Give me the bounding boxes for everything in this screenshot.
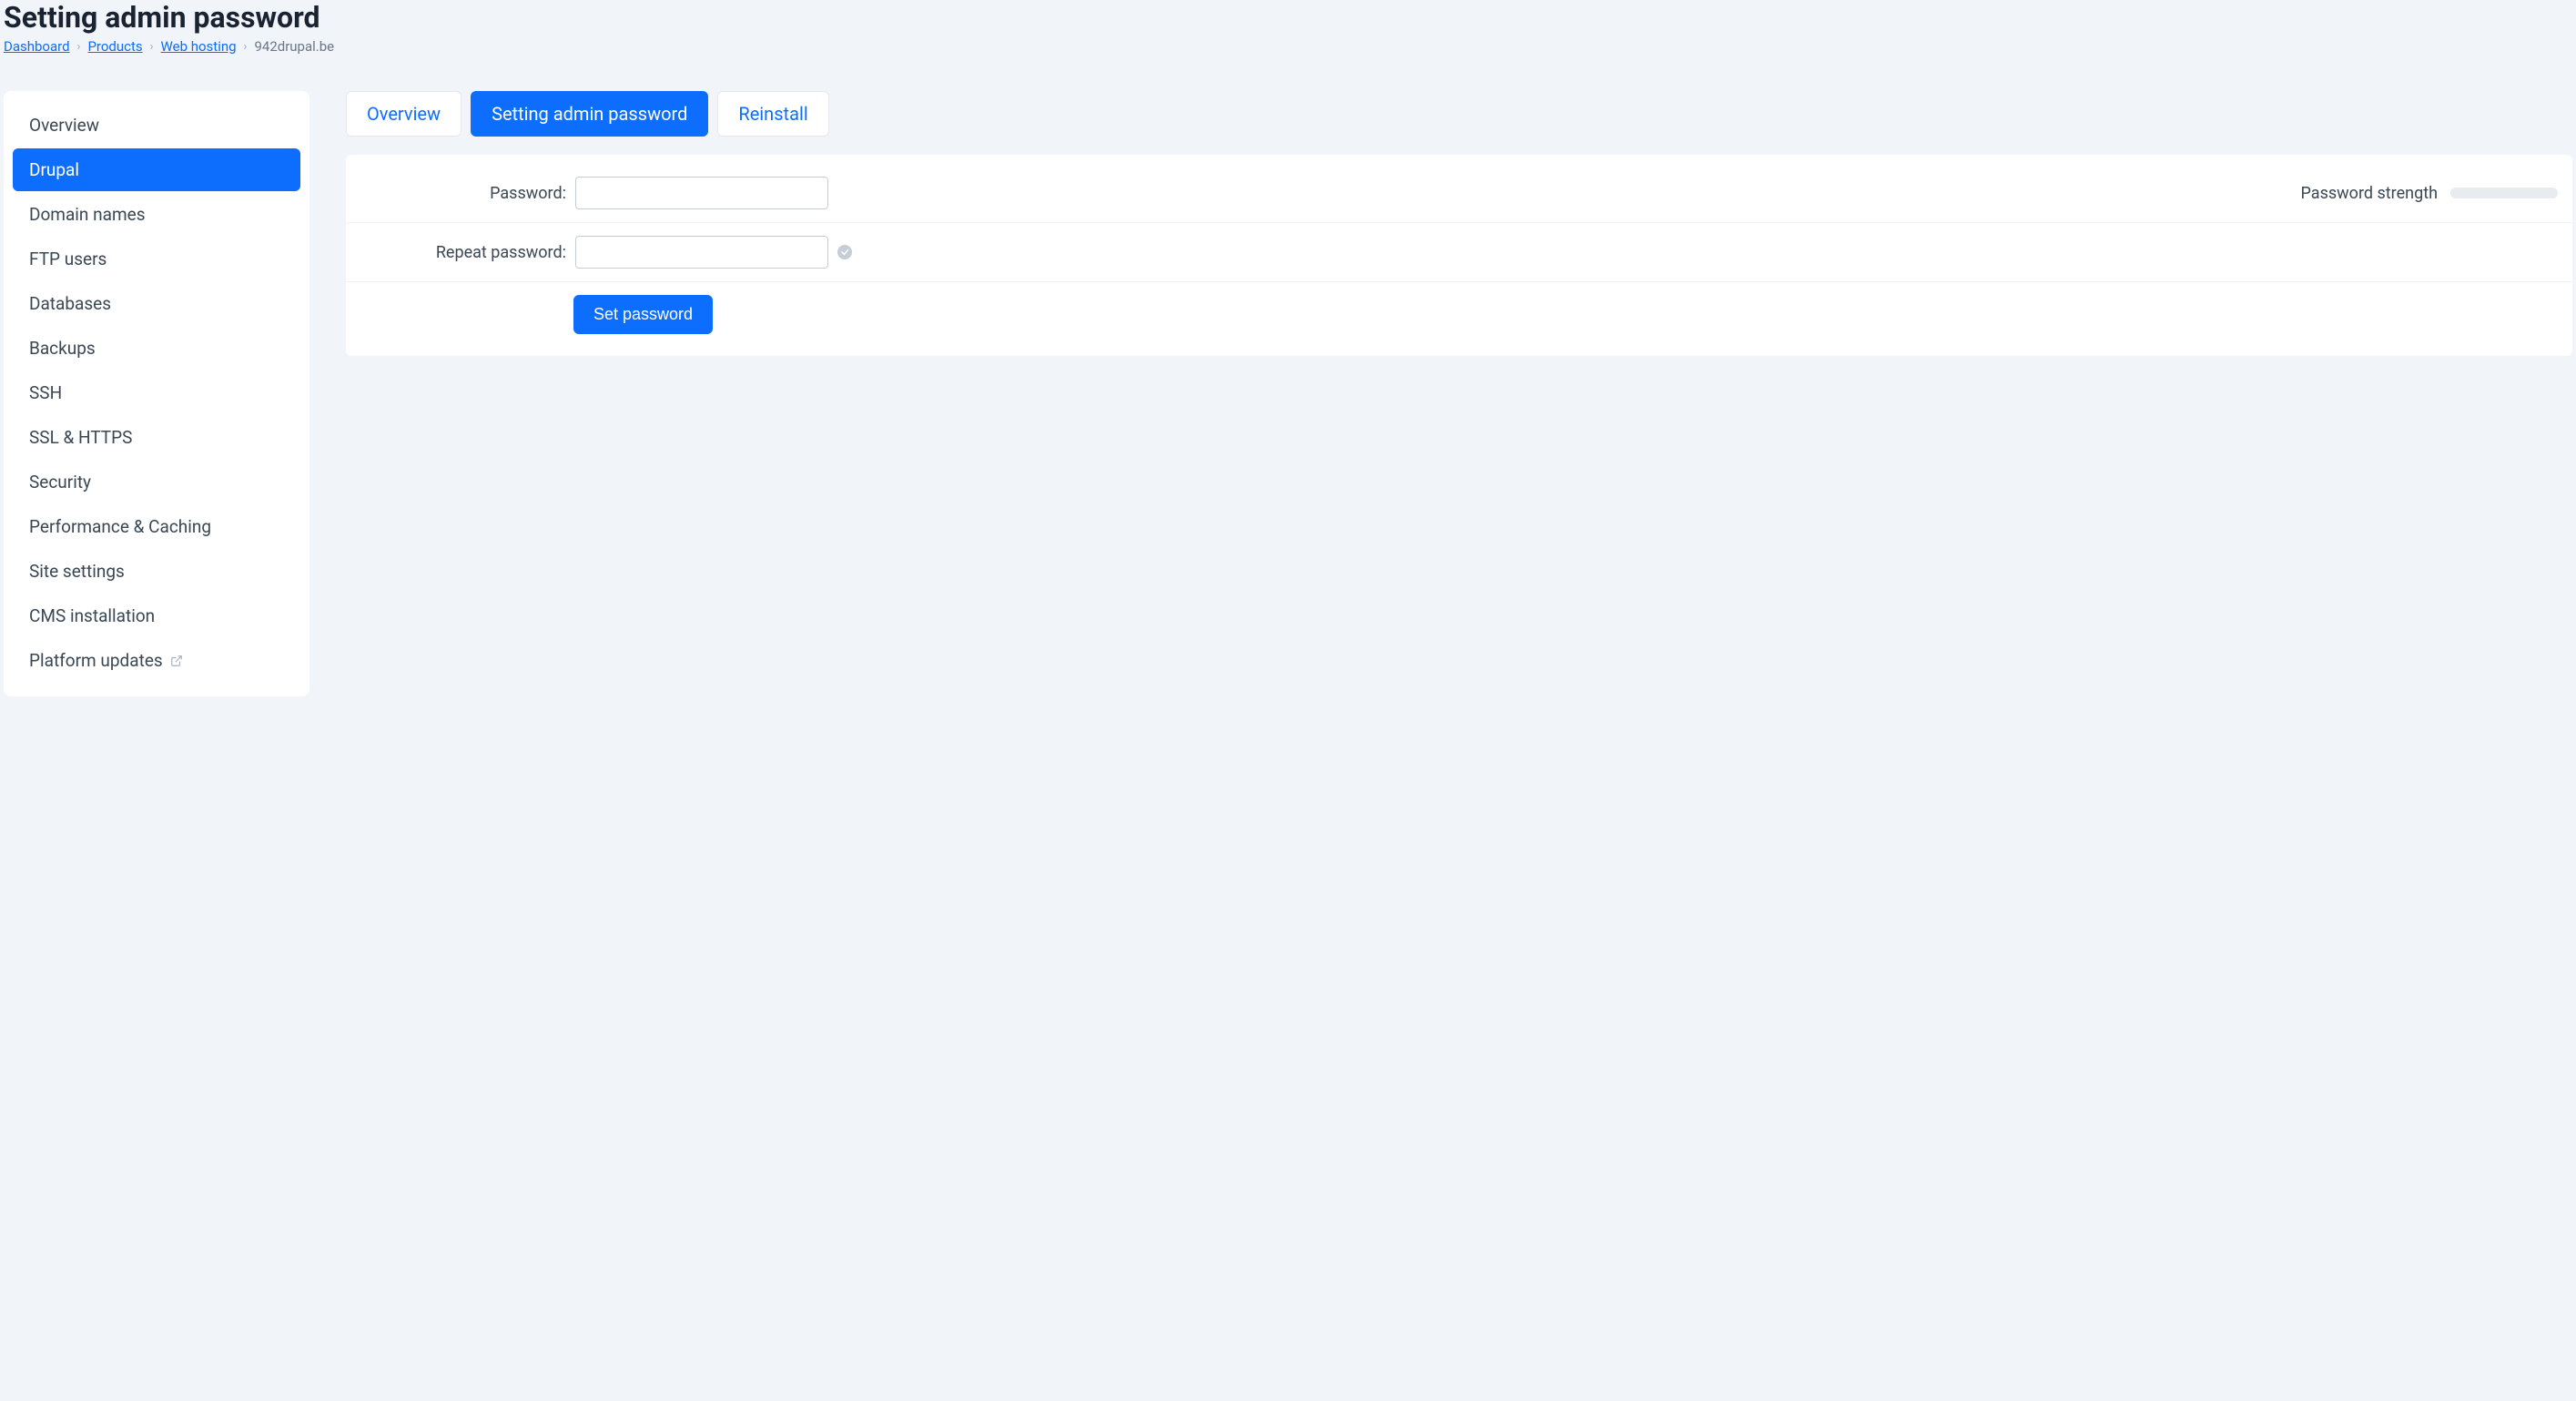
sidebar-item-label: Databases (29, 293, 111, 314)
sidebar-item-ftp-users[interactable]: FTP users (13, 238, 300, 280)
repeat-password-input[interactable] (575, 236, 828, 269)
sidebar-item-label: Site settings (29, 561, 125, 582)
sidebar-item-label: Overview (29, 115, 99, 136)
page-title: Setting admin password (4, 0, 2572, 35)
sidebar-item-domain-names[interactable]: Domain names (13, 193, 300, 236)
repeat-password-row: Repeat password: (346, 223, 2572, 282)
sidebar-item-label: Security (29, 472, 91, 492)
password-label: Password: (357, 184, 575, 203)
tabs: OverviewSetting admin passwordReinstall (346, 91, 2572, 137)
check-circle-icon (837, 245, 852, 259)
strength-label: Password strength (2301, 184, 2438, 203)
sidebar-item-drupal[interactable]: Drupal (13, 148, 300, 191)
password-input[interactable] (575, 177, 828, 209)
breadcrumb-separator: › (244, 40, 248, 54)
sidebar-item-label: CMS installation (29, 605, 155, 626)
set-password-button[interactable]: Set password (573, 295, 713, 334)
sidebar-item-label: Drupal (29, 159, 79, 180)
sidebar-item-label: FTP users (29, 249, 106, 269)
sidebar-item-label: Platform updates (29, 650, 163, 671)
sidebar: Overview Drupal Domain names FTP users Datab… (4, 91, 309, 696)
main-content: OverviewSetting admin passwordReinstall … (346, 91, 2572, 356)
sidebar-item-label: Performance & Caching (29, 516, 211, 537)
sidebar-item-label: SSL & HTTPS (29, 427, 132, 448)
repeat-password-label: Repeat password: (357, 243, 575, 262)
tab-setting-admin-password[interactable]: Setting admin password (471, 91, 708, 137)
sidebar-item-label: SSH (29, 382, 62, 403)
tab-overview[interactable]: Overview (346, 91, 461, 137)
sidebar-item-performance-caching[interactable]: Performance & Caching (13, 505, 300, 548)
breadcrumb-current: 942drupal.be (254, 38, 334, 55)
breadcrumb-link[interactable]: Dashboard (4, 38, 70, 55)
submit-row: Set password (346, 282, 2572, 347)
external-link-icon (170, 655, 183, 667)
sidebar-item-security[interactable]: Security (13, 461, 300, 503)
sidebar-item-backups[interactable]: Backups (13, 327, 300, 370)
sidebar-item-site-settings[interactable]: Site settings (13, 550, 300, 593)
strength-bar (2450, 188, 2558, 198)
tab-reinstall[interactable]: Reinstall (717, 91, 828, 137)
sidebar-item-ssh[interactable]: SSH (13, 371, 300, 414)
sidebar-item-label: Backups (29, 338, 96, 359)
password-form-card: Password: Password strength Repeat passw… (346, 155, 2572, 356)
breadcrumb-link[interactable]: Web hosting (161, 38, 237, 55)
breadcrumb-separator: › (150, 40, 154, 54)
sidebar-item-ssl-https[interactable]: SSL & HTTPS (13, 416, 300, 459)
sidebar-item-overview[interactable]: Overview (13, 104, 300, 147)
sidebar-item-platform-updates[interactable]: Platform updates (13, 639, 300, 682)
password-strength: Password strength (2301, 184, 2558, 203)
breadcrumb: Dashboard › Products › Web hosting › 942drupal… (4, 38, 2572, 55)
sidebar-item-label: Domain names (29, 204, 146, 225)
breadcrumb-separator: › (77, 40, 81, 54)
sidebar-item-cms-installation[interactable]: CMS installation (13, 594, 300, 637)
password-row: Password: Password strength (346, 164, 2572, 223)
breadcrumb-link[interactable]: Products (87, 38, 142, 55)
sidebar-item-databases[interactable]: Databases (13, 282, 300, 325)
